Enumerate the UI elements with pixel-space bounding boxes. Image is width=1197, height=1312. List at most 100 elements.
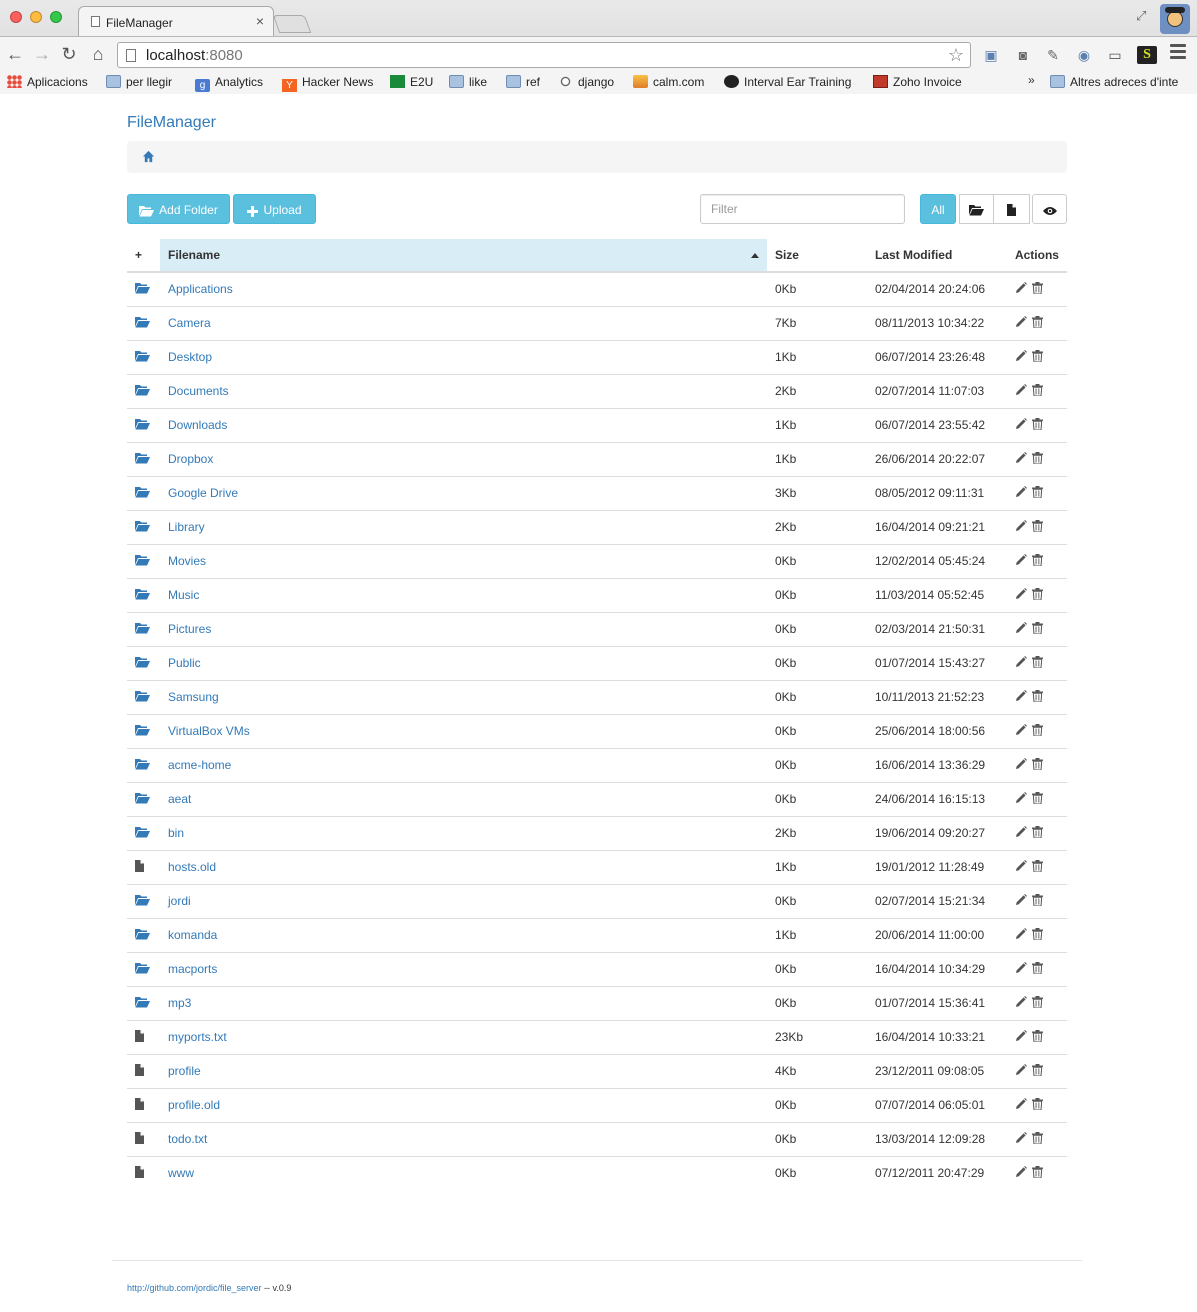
minimize-window-button[interactable] [30,11,42,23]
table-row[interactable]: Applications 0Kb 02/04/2014 20:24:06 [127,271,1067,306]
filename-link[interactable]: profile.old [168,1098,220,1112]
filename-link[interactable]: profile [168,1064,201,1078]
close-window-button[interactable] [10,11,22,23]
add-column-header[interactable]: + [127,239,160,273]
pencil-icon[interactable] [1015,587,1027,603]
trash-icon[interactable] [1031,757,1043,773]
pencil-icon[interactable] [1015,655,1027,671]
bookmark-item[interactable]: Interval Ear Training [724,73,851,91]
trash-icon[interactable] [1031,893,1043,909]
trash-icon[interactable] [1031,349,1043,365]
extension-folder-icon[interactable]: ▣ [981,46,1001,64]
filename-link[interactable]: mp3 [168,996,191,1010]
pencil-icon[interactable] [1015,757,1027,773]
table-row[interactable]: VirtualBox VMs 0Kb 25/06/2014 18:00:56 [127,713,1067,748]
trash-icon[interactable] [1031,621,1043,637]
bookmark-item[interactable]: E2U [390,73,433,91]
table-row[interactable]: Pictures 0Kb 02/03/2014 21:50:31 [127,611,1067,646]
table-row[interactable]: aeat 0Kb 24/06/2014 16:15:13 [127,781,1067,816]
pencil-icon[interactable] [1015,689,1027,705]
pencil-icon[interactable] [1015,1029,1027,1045]
bookmark-item[interactable]: django [558,73,614,91]
trash-icon[interactable] [1031,825,1043,841]
browser-tab[interactable]: FileManager × [78,6,274,36]
pencil-icon[interactable] [1015,1165,1027,1181]
pencil-icon[interactable] [1015,791,1027,807]
cast-icon[interactable]: ▭ [1105,46,1125,64]
table-row[interactable]: mp3 0Kb 01/07/2014 15:36:41 [127,985,1067,1020]
bookmark-item[interactable]: Aplicacions [7,73,88,91]
filename-link[interactable]: Documents [168,384,229,398]
page-info-icon[interactable] [126,49,136,62]
pencil-icon[interactable] [1015,1063,1027,1079]
table-row[interactable]: Dropbox 1Kb 26/06/2014 20:22:07 [127,441,1067,476]
table-row[interactable]: jordi 0Kb 02/07/2014 15:21:34 [127,883,1067,918]
filename-link[interactable]: macports [168,962,217,976]
reload-icon[interactable]: ↻ [58,43,80,65]
pencil-icon[interactable] [1015,859,1027,875]
table-row[interactable]: Samsung 0Kb 10/11/2013 21:52:23 [127,679,1067,714]
filename-link[interactable]: Movies [168,554,206,568]
filename-link[interactable]: Applications [168,282,233,296]
new-tab-button[interactable] [272,15,312,33]
pencil-icon[interactable] [1015,995,1027,1011]
table-row[interactable]: www 0Kb 07/12/2011 20:47:29 [127,1155,1067,1190]
address-bar[interactable]: localhost:8080 ☆ [117,42,971,68]
trash-icon[interactable] [1031,451,1043,467]
pencil-icon[interactable] [1015,1131,1027,1147]
table-row[interactable]: Public 0Kb 01/07/2014 15:43:27 [127,645,1067,680]
filename-link[interactable]: www [168,1166,194,1180]
table-row[interactable]: Movies 0Kb 12/02/2014 05:45:24 [127,543,1067,578]
table-row[interactable]: todo.txt 0Kb 13/03/2014 12:09:28 [127,1121,1067,1156]
table-row[interactable]: Documents 2Kb 02/07/2014 11:07:03 [127,373,1067,408]
filename-link[interactable]: jordi [168,894,191,908]
filename-link[interactable]: Downloads [168,418,227,432]
filename-link[interactable]: todo.txt [168,1132,207,1146]
pencil-icon[interactable] [1015,723,1027,739]
table-row[interactable]: myports.txt 23Kb 16/04/2014 10:33:21 [127,1019,1067,1054]
bookmarks-overflow-button[interactable]: » [1028,73,1035,87]
filename-column-header[interactable]: Filename [159,239,767,273]
hamburger-menu-icon[interactable] [1170,44,1186,62]
show-files-button[interactable] [994,194,1030,224]
trash-icon[interactable] [1031,791,1043,807]
home-icon[interactable]: ⌂ [87,43,109,65]
pencil-icon[interactable] [1015,1097,1027,1113]
pencil-icon[interactable] [1015,485,1027,501]
filename-link[interactable]: VirtualBox VMs [168,724,250,738]
table-row[interactable]: Downloads 1Kb 06/07/2014 23:55:42 [127,407,1067,442]
bookmark-item[interactable]: like [449,73,487,91]
upload-button[interactable]: Upload [233,194,316,224]
trash-icon[interactable] [1031,553,1043,569]
trash-icon[interactable] [1031,859,1043,875]
trash-icon[interactable] [1031,1165,1043,1181]
trash-icon[interactable] [1031,281,1043,297]
table-row[interactable]: Desktop 1Kb 06/07/2014 23:26:48 [127,339,1067,374]
extension-pen-icon[interactable]: ✎ [1043,46,1063,64]
zoom-window-button[interactable] [50,11,62,23]
toggle-hidden-button[interactable] [1032,194,1067,224]
trash-icon[interactable] [1031,417,1043,433]
show-all-button[interactable]: All [920,194,956,224]
filename-link[interactable]: aeat [168,792,191,806]
table-row[interactable]: profile.old 0Kb 07/07/2014 06:05:01 [127,1087,1067,1122]
profile-avatar[interactable] [1160,4,1190,34]
filename-link[interactable]: Pictures [168,622,211,636]
forward-arrow-icon[interactable]: → [31,43,53,65]
trash-icon[interactable] [1031,723,1043,739]
table-row[interactable]: Camera 7Kb 08/11/2013 10:34:22 [127,305,1067,340]
table-row[interactable]: bin 2Kb 19/06/2014 09:20:27 [127,815,1067,850]
show-folders-button[interactable] [959,194,994,224]
trash-icon[interactable] [1031,1131,1043,1147]
add-folder-button[interactable]: Add Folder [127,194,230,224]
pencil-icon[interactable] [1015,417,1027,433]
table-row[interactable]: macports 0Kb 16/04/2014 10:34:29 [127,951,1067,986]
trash-icon[interactable] [1031,927,1043,943]
trash-icon[interactable] [1031,1029,1043,1045]
bookmark-item[interactable]: per llegir [106,73,172,91]
filename-link[interactable]: bin [168,826,184,840]
extension-camera-icon[interactable]: ◉ [1074,46,1094,64]
tab-close-icon[interactable]: × [256,13,264,29]
trash-icon[interactable] [1031,587,1043,603]
bookmark-item[interactable]: ref [506,73,540,91]
